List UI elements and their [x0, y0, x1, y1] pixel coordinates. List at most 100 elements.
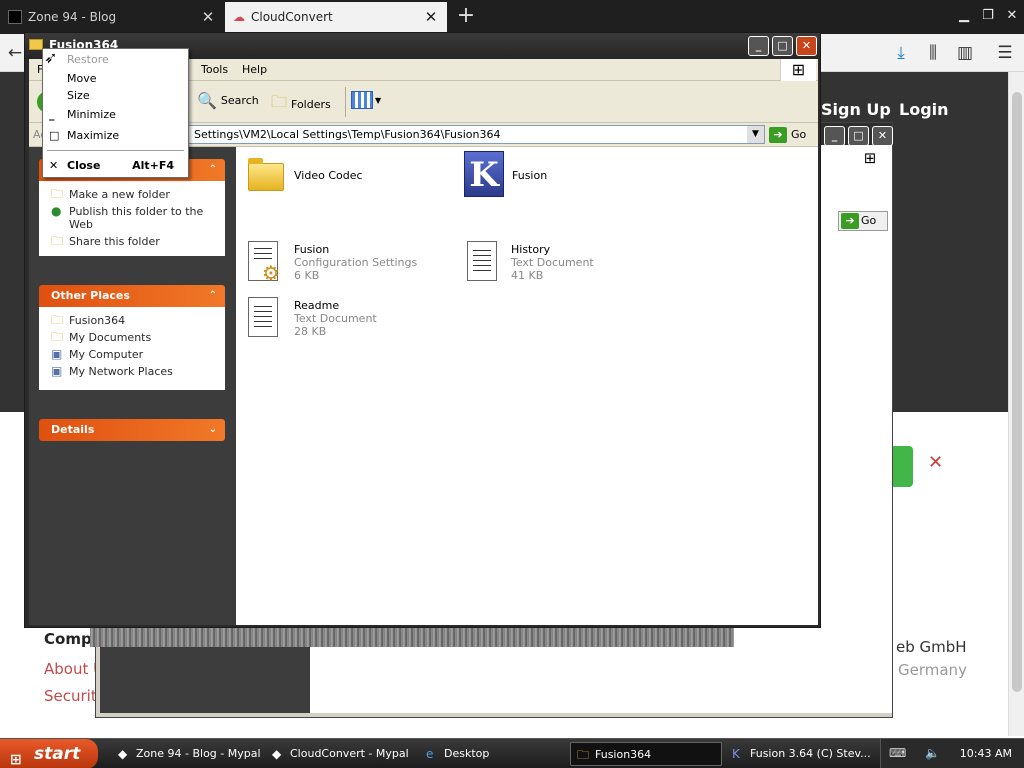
file-item-fusion-exe[interactable]: K Fusion [462, 151, 672, 207]
file-size: 6 KB [294, 269, 320, 282]
maximize-icon[interactable]: □ [772, 36, 793, 56]
close-icon[interactable]: ✕ [1002, 6, 1022, 26]
task-label: Zone 94 - Blog - Mypal [136, 747, 261, 760]
sidebar-icon[interactable]: ▥ [954, 42, 976, 64]
place-fusion364[interactable]: 🗀 Fusion364 [51, 314, 225, 328]
task-desktop[interactable]: e Desktop [420, 742, 566, 766]
place-my-network-places[interactable]: ▣ My Network Places [51, 365, 225, 379]
address-input[interactable]: Settings\VM2\Local Settings\Temp\Fusion3… [169, 125, 765, 144]
place-my-computer[interactable]: ▣ My Computer [51, 347, 225, 362]
menu-size[interactable]: Size [43, 87, 188, 104]
signup-link[interactable]: Sign Up [821, 100, 891, 119]
share-folder-link[interactable]: 🗀 Share this folder [51, 235, 225, 249]
minimize-icon[interactable]: _ [824, 126, 845, 146]
taskbar: ⊞ start ◆ Zone 94 - Blog - Mypal ◆ Cloud… [0, 738, 1024, 768]
computer-icon: ▣ [51, 347, 63, 361]
page-scrollbar[interactable] [1008, 72, 1024, 736]
panel-header[interactable]: Details ⌄ [39, 419, 225, 441]
hamburger-menu-icon[interactable]: ☰ [994, 42, 1016, 64]
chevron-up-icon[interactable]: ⌃ [209, 285, 217, 307]
details-panel: Details ⌄ [39, 419, 225, 441]
menu-move[interactable]: Move [43, 70, 188, 87]
start-button[interactable]: ⊞ start [0, 739, 98, 768]
minimize-icon[interactable]: _ [748, 36, 769, 56]
download-icon[interactable]: ⤓ [890, 42, 912, 64]
chevron-down-icon[interactable]: ▼ [747, 126, 764, 143]
task-fusion364[interactable]: 🗀 Fusion364 [570, 742, 722, 766]
remove-icon[interactable]: ✕ [928, 452, 943, 473]
documents-icon: 🗀 [51, 330, 64, 344]
tab-cloudconvert[interactable]: ☁ CloudConvert ✕ [225, 2, 447, 32]
scrollbar-thumb[interactable] [1012, 92, 1022, 692]
maximize-icon[interactable]: □ [848, 126, 869, 146]
go-arrow-icon: ➔ [841, 213, 859, 229]
menu-label: Move [67, 72, 97, 85]
close-icon[interactable]: ✕ [796, 36, 817, 56]
folders-label: Folders [291, 98, 331, 111]
close-icon[interactable]: ✕ [872, 126, 893, 146]
login-link[interactable]: Login [899, 100, 949, 119]
fusion-app-icon: K [462, 151, 506, 199]
window-system-menu: Restore Move Size _ Minimize □ Maximize … [42, 48, 189, 178]
tab-close-icon[interactable]: ✕ [423, 8, 439, 26]
back-go-button[interactable]: ➔ Go [838, 211, 888, 231]
menu-minimize[interactable]: _ Minimize [43, 106, 188, 123]
render-artifact [90, 625, 734, 647]
chevron-down-icon[interactable]: ⌄ [209, 419, 217, 441]
menu-help[interactable]: Help [242, 63, 267, 76]
file-name: Video Codec [294, 169, 363, 182]
search-icon: 🔍 [197, 91, 217, 110]
go-button[interactable]: ➔ Go [769, 125, 813, 144]
windows-logo-icon: ⊞ [863, 149, 877, 167]
go-label: Go [861, 214, 877, 227]
task-label: Desktop [444, 747, 490, 760]
folders-icon: 🗀 [271, 92, 288, 111]
make-new-folder-link[interactable]: 🗀 Make a new folder [51, 188, 225, 202]
speaker-icon[interactable]: 🔈 [925, 746, 940, 760]
folders-button[interactable]: 🗀 Folders [271, 91, 331, 118]
tab-favicon-icon [8, 10, 22, 24]
menu-label: Maximize [67, 129, 120, 142]
views-icon [351, 91, 373, 109]
restore-icon[interactable]: ❐ [978, 6, 998, 26]
folder-icon: 🗀 [577, 748, 590, 762]
views-button[interactable]: ▼ [351, 91, 381, 109]
search-button[interactable]: 🔍 Search [197, 91, 259, 110]
publish-folder-link[interactable]: ● Publish this folder to the Web [51, 205, 225, 232]
folder-icon [29, 39, 43, 50]
go-label: Go [791, 127, 807, 141]
library-icon[interactable]: ⫼ [922, 42, 944, 64]
keyboard-icon[interactable]: ⌨ [889, 746, 906, 760]
clock[interactable]: 10:43 AM [960, 747, 1012, 760]
task-fusion-app[interactable]: K Fusion 3.64 (C) Stev... [726, 742, 874, 766]
tab-title: CloudConvert [251, 10, 333, 24]
file-item-history[interactable]: History Text Document 41 KB [461, 239, 671, 295]
back-icon[interactable]: ← [4, 42, 26, 64]
go-arrow-icon: ➔ [769, 126, 787, 143]
menu-restore[interactable]: Restore [43, 51, 188, 68]
text-document-icon [242, 295, 286, 343]
mypal-icon: ◆ [118, 747, 128, 761]
file-item-fusion-config[interactable]: ⚙ Fusion Configuration Settings 6 KB [242, 239, 452, 295]
menu-tools[interactable]: Tools [201, 63, 228, 76]
minimize-icon[interactable]: ▁ [954, 6, 974, 26]
task-label: Fusion 3.64 (C) Stev... [750, 747, 871, 760]
chevron-down-icon: ▼ [375, 95, 382, 105]
new-tab-button[interactable]: + [452, 3, 480, 31]
other-places-panel: Other Places ⌃ 🗀 Fusion364 🗀 My Document… [39, 285, 225, 390]
ie-icon: e [426, 747, 434, 761]
task-zone94-blog[interactable]: ◆ Zone 94 - Blog - Mypal [112, 742, 262, 766]
panel-header[interactable]: Other Places ⌃ [39, 285, 225, 307]
tab-zone94-blog[interactable]: Zone 94 - Blog ✕ [0, 2, 224, 32]
start-label: start [34, 744, 81, 764]
menu-close[interactable]: ✕ Close Alt+F4 [43, 157, 188, 174]
link-label: My Computer [69, 348, 144, 361]
task-cloudconvert[interactable]: ◆ CloudConvert - Mypal [266, 742, 416, 766]
file-name: Fusion [294, 243, 330, 256]
tab-close-icon[interactable]: ✕ [200, 8, 216, 26]
file-item-video-codec[interactable]: Video Codec [244, 153, 454, 209]
file-item-readme[interactable]: Readme Text Document 28 KB [242, 295, 452, 351]
place-my-documents[interactable]: 🗀 My Documents [51, 330, 225, 345]
menu-maximize[interactable]: □ Maximize [43, 127, 188, 144]
chevron-up-icon[interactable]: ⌃ [209, 159, 217, 181]
